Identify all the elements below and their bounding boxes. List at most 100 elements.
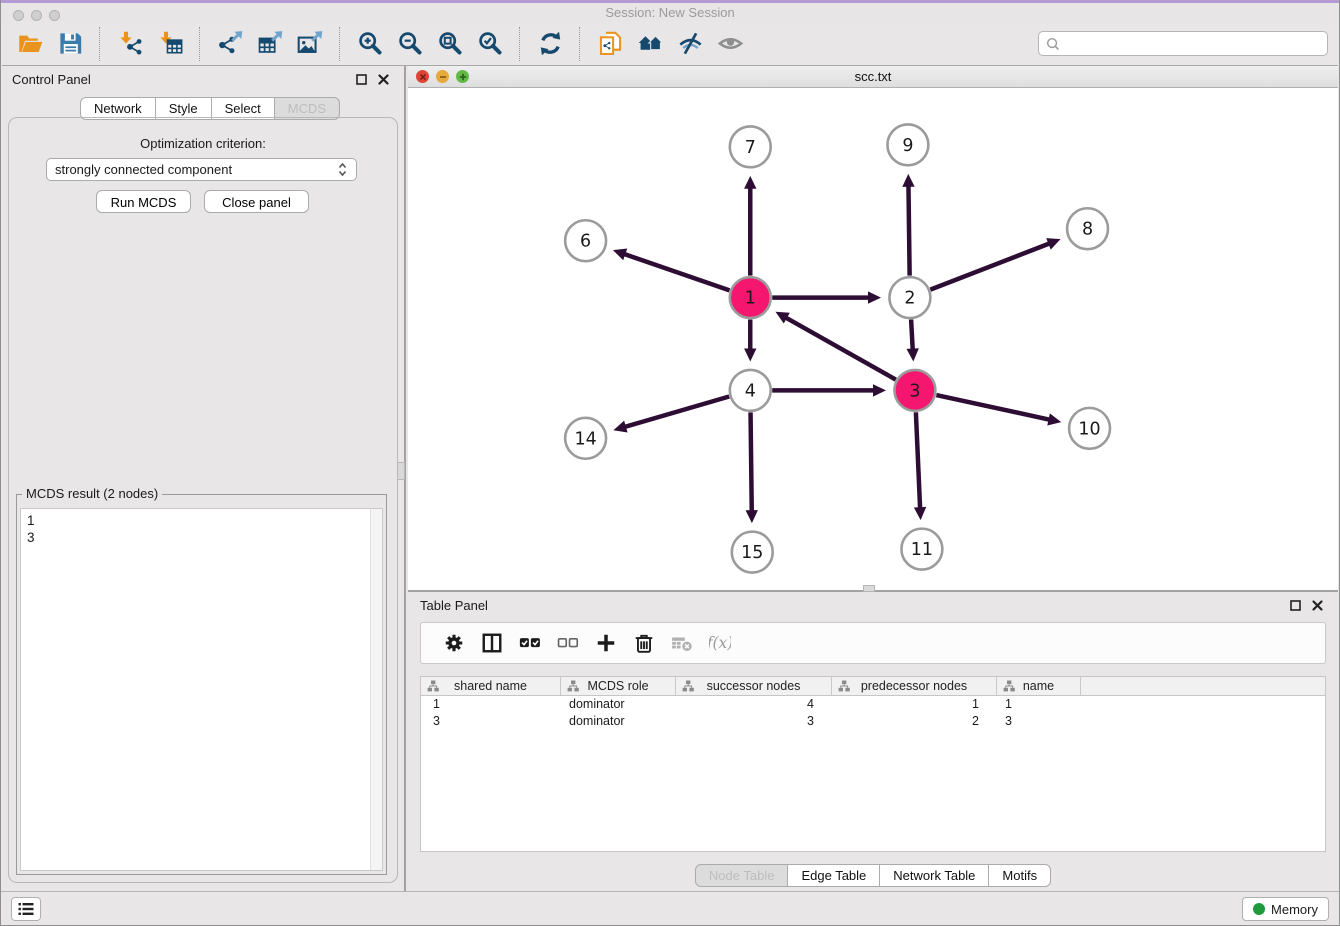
network-edge-3-1[interactable]: [775, 312, 895, 380]
task-history-button[interactable]: [11, 897, 41, 921]
float-panel-icon[interactable]: [355, 73, 368, 86]
mcds-result-area[interactable]: 1 3: [20, 508, 383, 871]
network-edge-3-11[interactable]: [914, 412, 926, 520]
network-edge-1-7[interactable]: [744, 176, 756, 276]
network-node-11[interactable]: 11: [901, 529, 942, 570]
dropdown-stepper-icon: [337, 162, 348, 177]
open-session-button[interactable]: [10, 26, 50, 62]
column-header-predecessor-nodes[interactable]: predecessor nodes: [832, 677, 997, 695]
network-edge-1-6[interactable]: [613, 249, 730, 291]
close-panel-button[interactable]: Close panel: [204, 190, 309, 213]
columns-button[interactable]: [473, 627, 511, 659]
run-mcds-button[interactable]: Run MCDS: [96, 190, 191, 213]
search-input[interactable]: [1064, 35, 1321, 52]
app-window: Session: New Session Control Panel Netwo…: [0, 0, 1340, 926]
search-icon: [1045, 36, 1060, 51]
network-node-9[interactable]: 9: [887, 124, 928, 165]
zoom-selected-button[interactable]: [470, 26, 510, 62]
gear-button[interactable]: [435, 627, 473, 659]
import-network-button[interactable]: [110, 26, 150, 62]
zoom-out-button[interactable]: [390, 26, 430, 62]
network-node-15[interactable]: 15: [732, 532, 773, 573]
columns-icon: [481, 632, 503, 654]
duplicate-network-button[interactable]: [590, 26, 630, 62]
network-edge-4-3[interactable]: [772, 384, 886, 396]
save-session-button[interactable]: [50, 26, 90, 62]
network-edge-3-10[interactable]: [936, 395, 1061, 425]
zoom-in-button[interactable]: [350, 26, 390, 62]
export-network-icon: [217, 30, 244, 57]
status-bar: Memory: [1, 891, 1339, 925]
table-cell: 3: [997, 713, 1081, 730]
network-edge-2-3[interactable]: [906, 320, 918, 362]
refresh-button[interactable]: [530, 26, 570, 62]
network-edge-4-14[interactable]: [613, 397, 729, 433]
close-table-panel-icon[interactable]: [1311, 599, 1324, 612]
optimization-criterion-label: Optimization criterion:: [2, 136, 404, 151]
open-session-icon: [17, 30, 44, 57]
save-session-icon: [57, 30, 84, 57]
search-box[interactable]: [1038, 31, 1328, 56]
horizontal-splitter[interactable]: [863, 585, 875, 592]
import-table-button[interactable]: [150, 26, 190, 62]
toolbar-separator: [199, 27, 201, 61]
table-row[interactable]: 3dominator323: [421, 713, 1325, 730]
network-node-4[interactable]: 4: [730, 370, 771, 411]
show-panel-button[interactable]: [710, 26, 750, 62]
control-panel: Control Panel NetworkStyleSelectMCDS Opt…: [2, 66, 406, 891]
toolbar-separator: [99, 27, 101, 61]
deselect-all-button[interactable]: [549, 627, 587, 659]
network-node-10[interactable]: 10: [1069, 408, 1110, 449]
column-header-successor-nodes[interactable]: successor nodes: [676, 677, 832, 695]
tab-edge-table[interactable]: Edge Table: [788, 864, 880, 887]
optimization-criterion-dropdown[interactable]: strongly connected component: [46, 158, 357, 181]
mcds-result-scrollbar[interactable]: [370, 509, 382, 870]
hide-panel-button[interactable]: [670, 26, 710, 62]
svg-text:f(x): f(x): [709, 634, 731, 652]
table-cell: dominator: [561, 696, 676, 713]
network-node-7[interactable]: 7: [730, 126, 771, 167]
column-header-shared-name[interactable]: shared name: [421, 677, 561, 695]
svg-text:15: 15: [741, 543, 763, 563]
control-panel-title: Control Panel: [12, 72, 91, 87]
panel-splitter[interactable]: [397, 462, 405, 480]
network-node-3[interactable]: 3: [894, 370, 935, 411]
export-table-button[interactable]: [250, 26, 290, 62]
dropdown-selected-value: strongly connected component: [55, 162, 337, 177]
trash-button[interactable]: [625, 627, 663, 659]
tab-network-table[interactable]: Network Table: [880, 864, 989, 887]
network-node-2[interactable]: 2: [889, 277, 930, 318]
export-network-button[interactable]: [210, 26, 250, 62]
refresh-icon: [537, 30, 564, 57]
network-node-1[interactable]: 1: [730, 277, 771, 318]
import-network-icon: [117, 30, 144, 57]
table-row[interactable]: 1dominator411: [421, 696, 1325, 713]
toolbar-separator: [519, 27, 521, 61]
column-header-name[interactable]: name: [997, 677, 1081, 695]
network-canvas[interactable]: 7 9 6 8 1 2 4 3 14 10 15 11: [408, 88, 1338, 590]
network-edge-1-4[interactable]: [744, 320, 756, 362]
tab-motifs[interactable]: Motifs: [989, 864, 1051, 887]
tree-icon: [838, 680, 850, 692]
close-panel-icon[interactable]: [377, 73, 390, 86]
home-button[interactable]: [630, 26, 670, 62]
delete-table-button: [663, 627, 701, 659]
zoom-fit-button[interactable]: [430, 26, 470, 62]
column-header-mcds-role[interactable]: MCDS role: [561, 677, 676, 695]
network-edge-1-2[interactable]: [772, 291, 881, 303]
delete-table-icon: [671, 632, 693, 654]
network-node-8[interactable]: 8: [1067, 208, 1108, 249]
select-all-button[interactable]: [511, 627, 549, 659]
hide-panel-icon: [677, 30, 704, 57]
add-column-button[interactable]: [587, 627, 625, 659]
float-table-panel-icon[interactable]: [1289, 599, 1302, 612]
memory-button[interactable]: Memory: [1242, 897, 1329, 921]
export-image-button[interactable]: [290, 26, 330, 62]
svg-text:2: 2: [904, 289, 915, 309]
network-node-6[interactable]: 6: [565, 220, 606, 261]
tab-node-table[interactable]: Node Table: [695, 864, 789, 887]
network-edge-2-8[interactable]: [930, 238, 1060, 290]
network-node-14[interactable]: 14: [565, 418, 606, 459]
network-edge-4-15[interactable]: [746, 412, 758, 523]
network-edge-2-9[interactable]: [902, 174, 914, 276]
